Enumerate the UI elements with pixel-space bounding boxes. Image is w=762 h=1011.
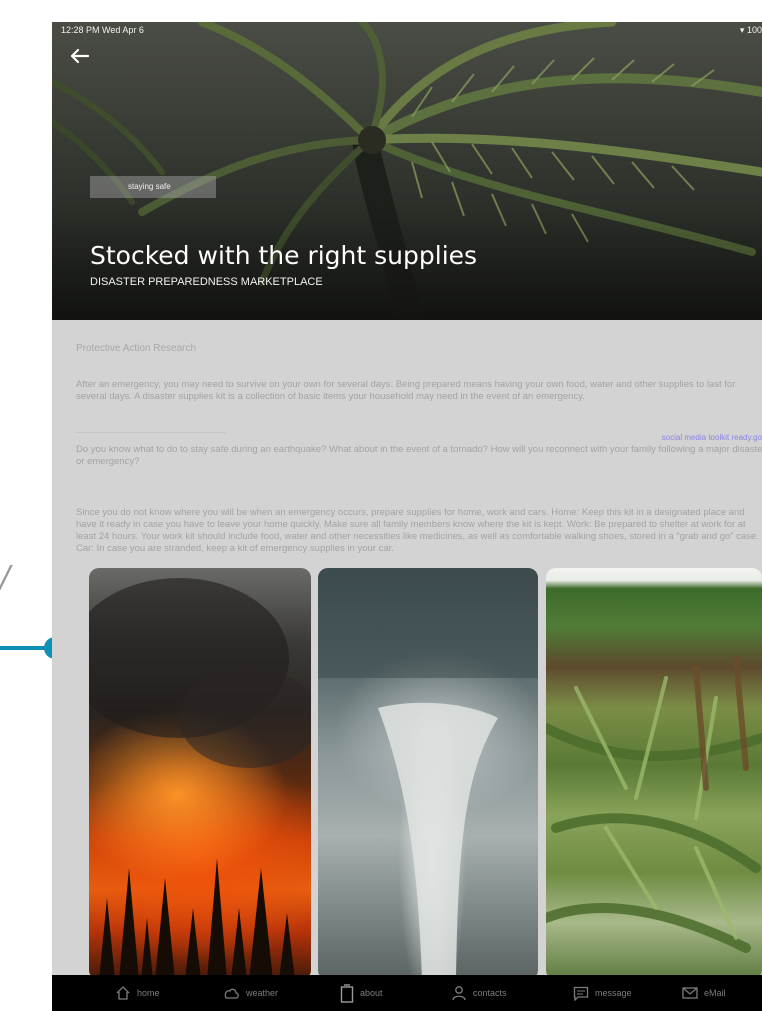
chat-icon	[573, 986, 589, 1001]
nav-home-label: home	[137, 988, 160, 998]
divider	[76, 432, 226, 433]
category-tag[interactable]: staying safe	[90, 176, 216, 198]
wildfire-image[interactable]	[89, 568, 311, 980]
tornado-image[interactable]	[318, 568, 538, 980]
fallen-plants	[546, 655, 762, 953]
status-wifi-battery: ▾ 100	[740, 25, 762, 36]
hero-banner: 12:28 PM Wed Apr 6 ▾ 100 staying safe St…	[52, 22, 762, 320]
paragraph-2: Do you know what to do to stay safe duri…	[76, 444, 762, 467]
document-icon	[340, 984, 354, 1003]
nav-contacts[interactable]: contacts	[451, 975, 507, 1011]
nav-about-label: about	[360, 988, 383, 998]
bottom-nav-bar: home weather about contacts message eMai…	[52, 975, 762, 1011]
person-icon	[452, 986, 466, 1001]
paragraph-3: Since you do not know where you will be …	[76, 507, 759, 554]
nav-home[interactable]: home	[115, 975, 160, 1011]
back-arrow-icon	[70, 48, 90, 64]
tornado-funnel	[318, 568, 538, 980]
nav-weather[interactable]: weather	[222, 975, 278, 1011]
paragraph-1: After an emergency, you may need to surv…	[76, 379, 736, 402]
nav-message[interactable]: message	[573, 975, 632, 1011]
page-title: Stocked with the right supplies	[90, 241, 478, 270]
nav-about[interactable]: about	[340, 975, 383, 1011]
mail-icon	[682, 987, 698, 999]
forest-silhouette	[89, 578, 311, 980]
back-button[interactable]	[66, 42, 94, 70]
app-screen: 12:28 PM Wed Apr 6 ▾ 100 staying safe St…	[52, 22, 762, 1011]
social-media-toolkit-link[interactable]: social media toolkit ready.gov	[662, 432, 762, 444]
cloud-icon	[224, 988, 239, 999]
nav-weather-label: weather	[246, 988, 279, 998]
nav-email-label: eMail	[704, 988, 726, 998]
status-time: 12:28 PM Wed Apr 6	[61, 25, 144, 35]
nav-contacts-label: contacts	[473, 988, 507, 998]
nav-message-label: message	[595, 988, 632, 998]
page-subtitle: DISASTER PREPAREDNESS MARKETPLACE	[90, 276, 323, 288]
decorative-slash: /	[0, 560, 11, 595]
nav-email[interactable]: eMail	[682, 975, 726, 1011]
storm-damage-image[interactable]	[546, 568, 762, 980]
section-title: Protective Action Research	[76, 343, 197, 354]
home-icon	[116, 986, 130, 1000]
wifi-icon: ▾	[739, 25, 745, 35]
battery-percent: 100	[746, 25, 762, 35]
